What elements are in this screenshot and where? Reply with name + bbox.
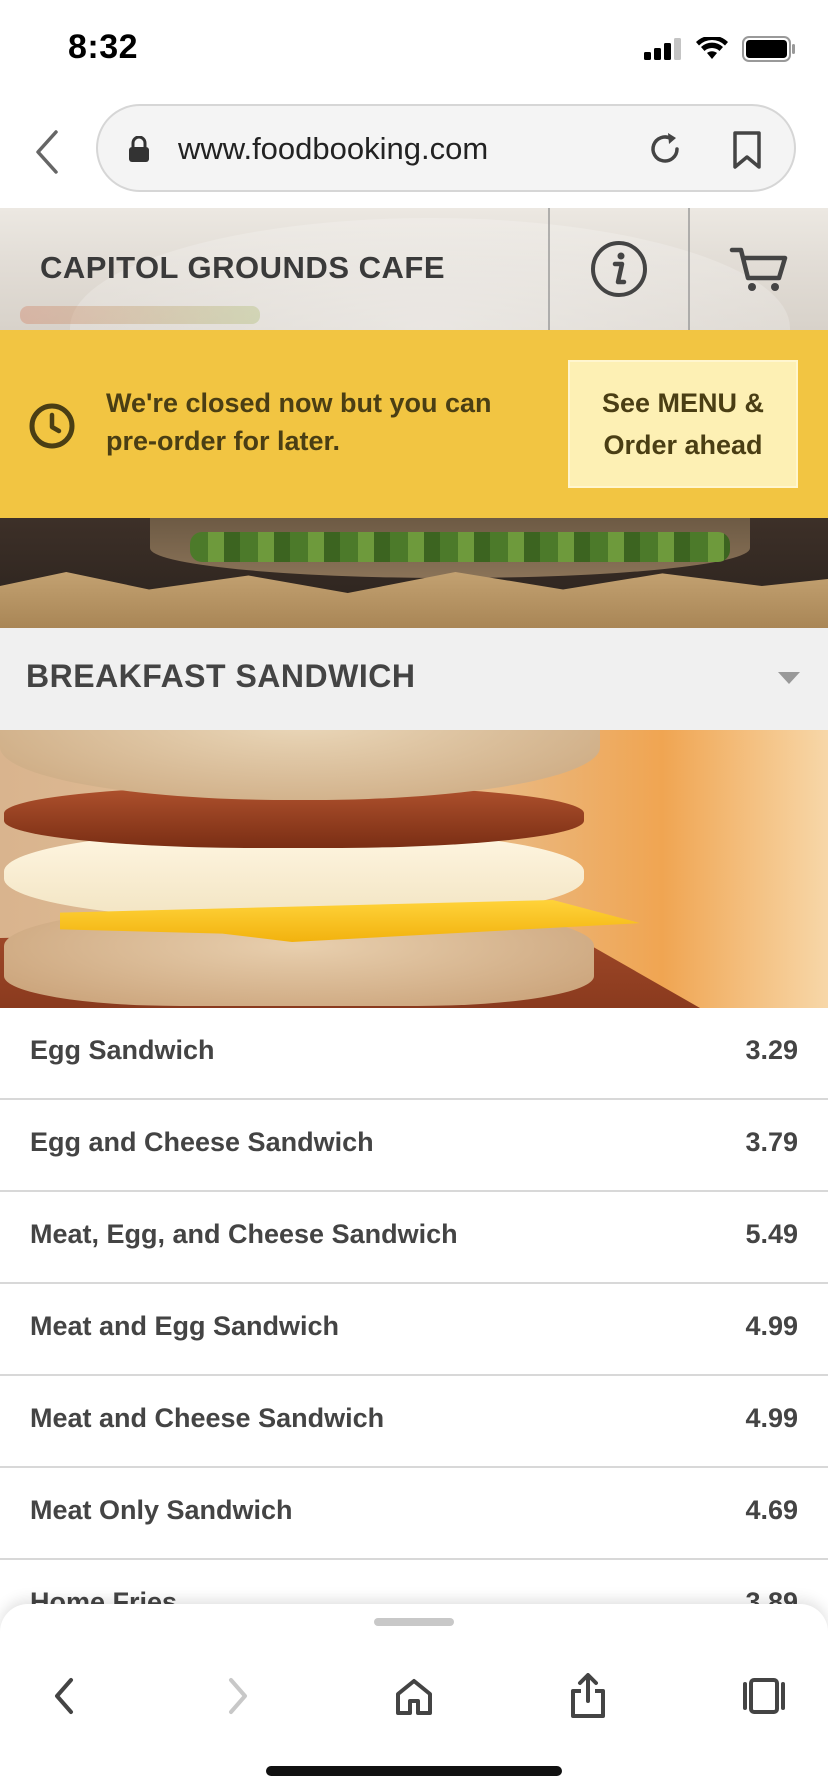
share-button[interactable] [548, 1656, 628, 1736]
menu-item-name: Egg Sandwich [30, 1035, 215, 1065]
menu-item[interactable]: Egg and Cheese Sandwich 3.79 [0, 1100, 828, 1192]
back-button[interactable] [24, 1656, 104, 1736]
menu-item-price: 3.29 [745, 1035, 798, 1065]
menu-item-name: Meat, Egg, and Cheese Sandwich [30, 1219, 458, 1249]
cart-button[interactable] [690, 208, 828, 330]
category-image [0, 730, 828, 1008]
cart-icon [729, 247, 788, 291]
reload-icon[interactable] [646, 130, 684, 168]
wifi-icon [696, 37, 728, 59]
menu-item-name: Meat and Egg Sandwich [30, 1311, 340, 1341]
back-arrow-icon [55, 1678, 73, 1714]
menu-item-price: 5.49 [745, 1219, 798, 1249]
home-icon [396, 1679, 432, 1715]
see-menu-order-ahead-button[interactable]: See MENU & Order ahead [568, 360, 798, 488]
status-icons [644, 36, 796, 62]
forward-arrow-icon [229, 1678, 247, 1714]
menu-item-price: 3.79 [745, 1127, 798, 1157]
food-banner-image [0, 518, 828, 628]
closed-banner: We're closed now but you can pre-order f… [0, 330, 828, 518]
category-header-breakfast-sandwich[interactable]: BREAKFAST SANDWICH [0, 628, 828, 730]
menu-list: Egg Sandwich 3.29 Egg and Cheese Sandwic… [0, 1008, 828, 1652]
closed-message: We're closed now but you can pre-order f… [106, 388, 492, 456]
battery-icon [742, 36, 795, 62]
status-bar: 8:32 [0, 0, 828, 96]
lock-icon [129, 136, 149, 162]
browser-toolbar [0, 1604, 828, 1792]
menu-item[interactable]: Egg Sandwich 3.29 [0, 1008, 828, 1100]
menu-item-price: 4.99 [745, 1311, 798, 1341]
browser-address-row: www.foodbooking.com [0, 96, 828, 208]
bookmark-icon[interactable] [730, 130, 764, 170]
info-button[interactable] [550, 208, 688, 330]
menu-item-name: Meat and Cheese Sandwich [30, 1403, 385, 1433]
signal-icon [644, 38, 681, 60]
menu-item-price: 4.99 [745, 1403, 798, 1433]
back-chevron-icon[interactable] [28, 124, 68, 180]
status-time: 8:32 [68, 28, 139, 66]
menu-item-price: 4.69 [745, 1495, 798, 1525]
category-title: BREAKFAST SANDWICH [26, 658, 416, 694]
menu-item-name: Egg and Cheese Sandwich [30, 1127, 374, 1157]
menu-item-name: Meat Only Sandwich [30, 1495, 293, 1525]
forward-button[interactable] [198, 1656, 278, 1736]
caret-down-icon [778, 672, 800, 684]
share-icon [571, 1673, 605, 1718]
menu-item[interactable]: Meat, Egg, and Cheese Sandwich 5.49 [0, 1192, 828, 1284]
tabs-button[interactable] [724, 1656, 804, 1736]
restaurant-header: CAPITOL GROUNDS CAFE [0, 208, 828, 330]
address-bar[interactable]: www.foodbooking.com [96, 104, 796, 192]
url-text[interactable]: www.foodbooking.com [178, 131, 488, 167]
drag-handle[interactable] [374, 1618, 454, 1626]
tabs-icon [743, 1678, 785, 1714]
restaurant-name: CAPITOL GROUNDS CAFE [40, 250, 445, 285]
menu-item[interactable]: Meat Only Sandwich 4.69 [0, 1468, 828, 1560]
home-button[interactable] [374, 1656, 454, 1736]
menu-item[interactable]: Meat and Cheese Sandwich 4.99 [0, 1376, 828, 1468]
clock-icon [29, 403, 75, 449]
menu-item[interactable]: Meat and Egg Sandwich 4.99 [0, 1284, 828, 1376]
info-icon [591, 241, 647, 297]
home-indicator [266, 1766, 562, 1776]
